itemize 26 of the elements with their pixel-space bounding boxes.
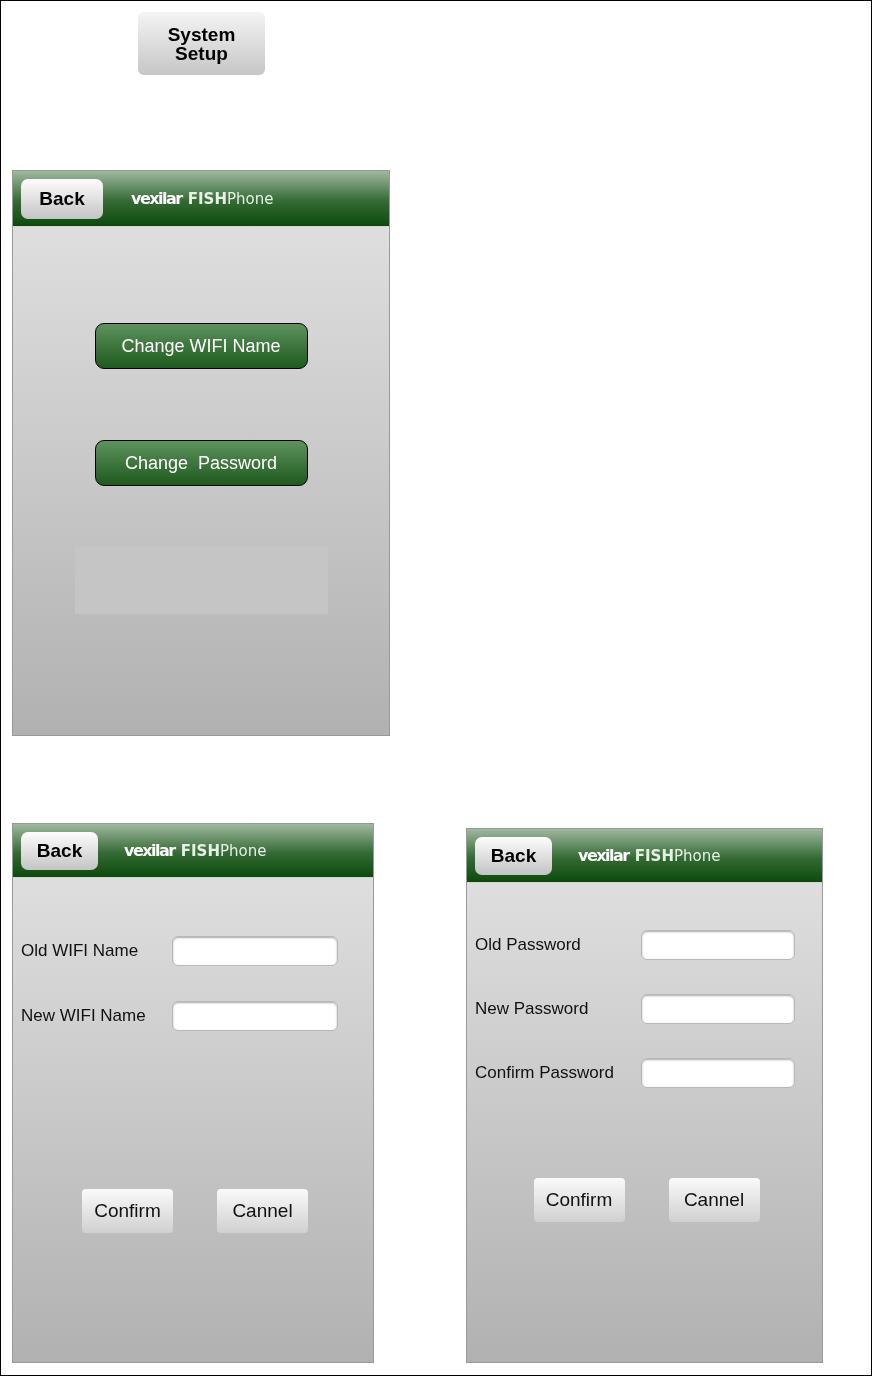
system-setup-button[interactable]: System Setup xyxy=(138,12,265,75)
action-button[interactable]: Confirm xyxy=(82,1189,173,1233)
field-label: New Password xyxy=(475,999,590,1019)
product-logo: FISHPhone xyxy=(180,841,267,860)
brand-logo: vexilar xyxy=(124,841,175,860)
action-button[interactable]: Confirm xyxy=(533,1178,625,1222)
menu-button[interactable]: Change Password xyxy=(94,440,308,486)
field-label: Confirm Password xyxy=(475,1063,615,1083)
product-logo: FISHPhone xyxy=(187,189,274,208)
field-label: Old Password xyxy=(475,935,582,955)
back-button[interactable]: Back xyxy=(475,836,552,875)
back-button[interactable]: Back xyxy=(21,831,98,870)
input-field[interactable] xyxy=(641,994,795,1024)
menu-button[interactable]: Change WIFI Name xyxy=(94,323,308,369)
input-field[interactable] xyxy=(641,1058,795,1088)
action-button[interactable]: Cannel xyxy=(668,1178,760,1222)
product-logo: FISHPhone xyxy=(634,846,721,865)
field-label: New WIFI Name xyxy=(21,1006,147,1026)
brand-logo: vexilar xyxy=(578,846,629,865)
input-field[interactable] xyxy=(641,930,795,960)
input-field[interactable] xyxy=(172,1001,338,1031)
field-label: Old WIFI Name xyxy=(21,941,140,961)
action-button[interactable]: Cannel xyxy=(217,1189,308,1233)
back-button[interactable]: Back xyxy=(21,178,103,219)
brand-logo: vexilar xyxy=(131,189,182,208)
input-field[interactable] xyxy=(172,936,338,966)
